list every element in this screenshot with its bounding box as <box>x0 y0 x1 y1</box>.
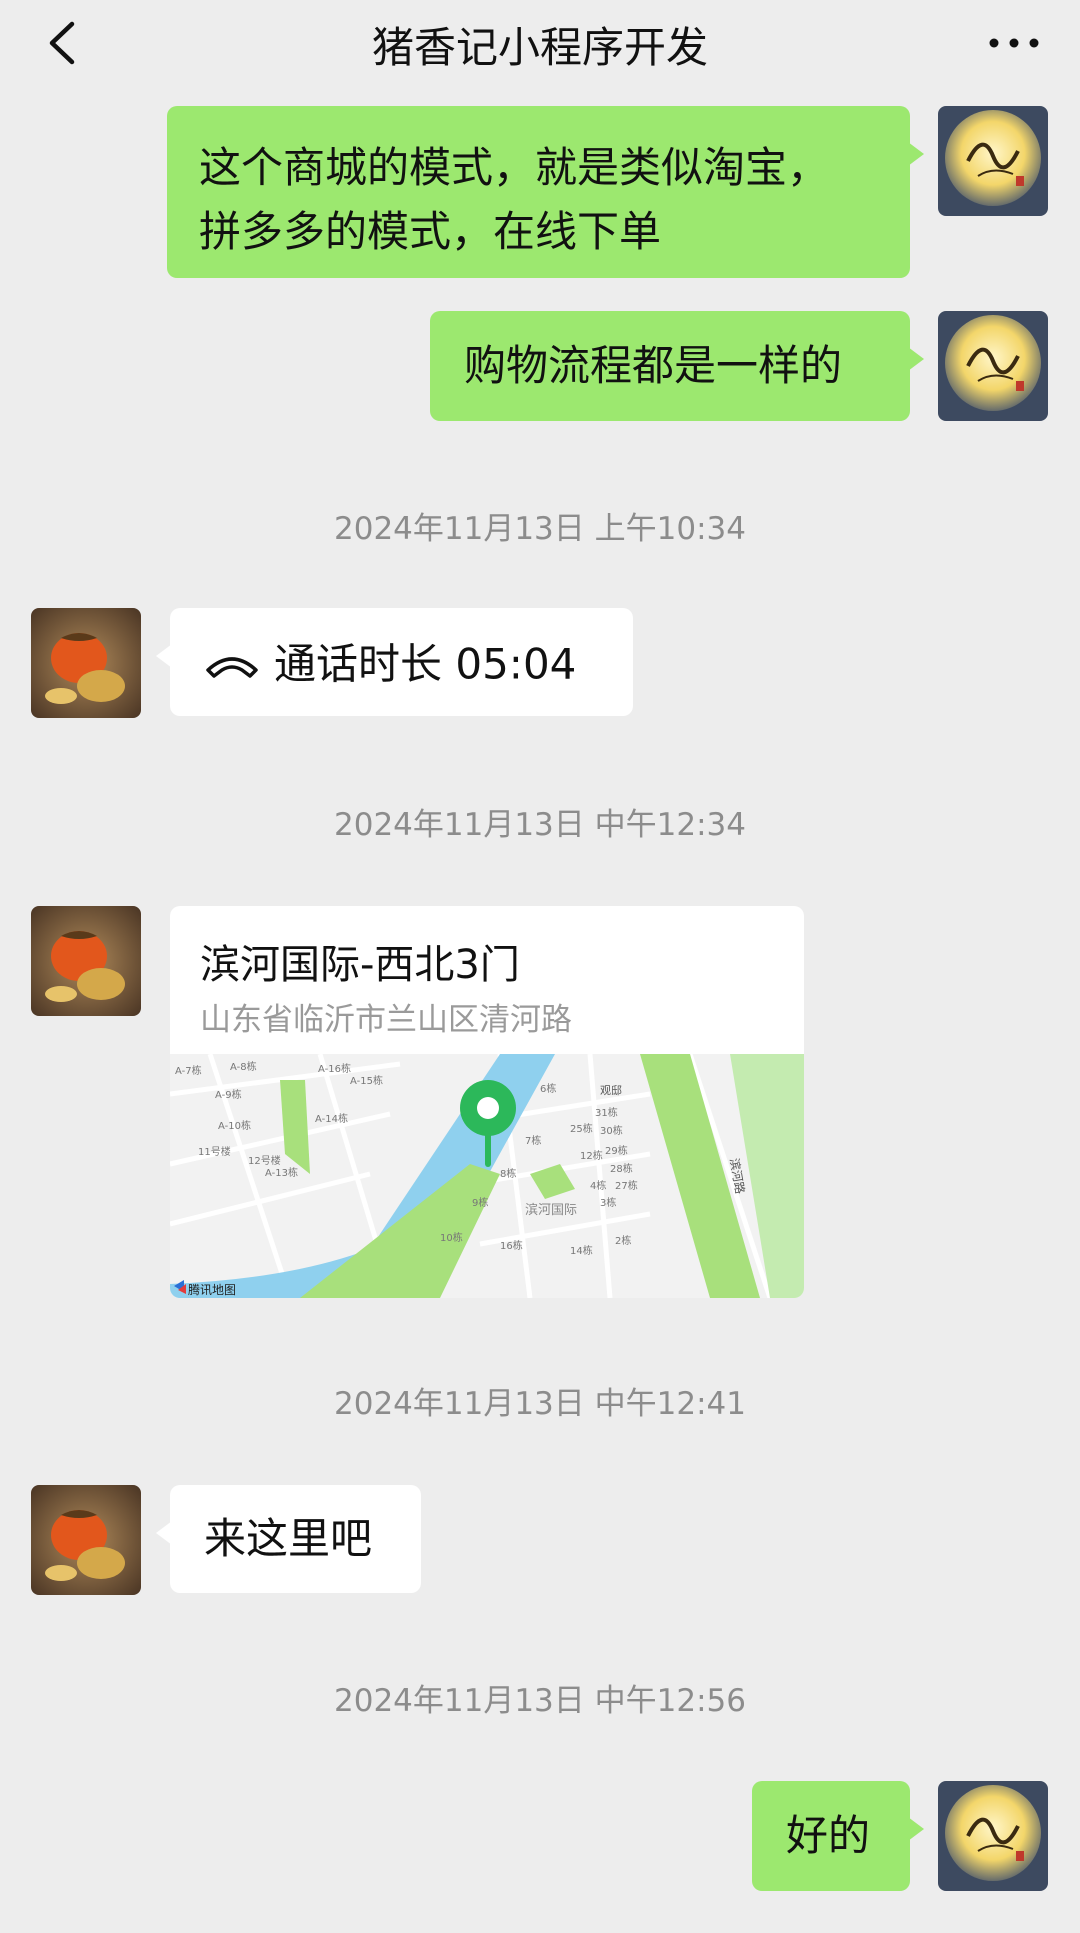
map-label: 16栋 <box>500 1239 523 1252</box>
map-label: A-13栋 <box>265 1166 298 1179</box>
location-name: 滨河国际-西北3门 <box>200 942 520 988</box>
location-card[interactable]: 滨河国际-西北3门 山东省临沂市兰山区清河路 A-7栋 A-8栋 A-16栋 A… <box>170 906 804 1298</box>
map-thumbnail: A-7栋 A-8栋 A-16栋 A-15栋 A-9栋 A-14栋 A-10栋 1… <box>170 1054 804 1298</box>
avatar-contact[interactable] <box>31 608 141 718</box>
map-label-poi: 观邸 <box>600 1084 622 1097</box>
message-bubble-contact[interactable]: 来这里吧 <box>156 1485 421 1593</box>
message-line: 拼多多的模式，在线下单 <box>199 207 662 256</box>
map-label: A-16栋 <box>318 1062 351 1075</box>
map-label: 25栋 <box>570 1122 593 1135</box>
map-label-complex: 滨河国际 <box>525 1202 577 1218</box>
message-text: 购物流程都是一样的 <box>464 341 843 390</box>
location-address: 山东省临沂市兰山区清河路 <box>200 1002 572 1038</box>
map-label: A-15栋 <box>350 1074 383 1087</box>
message-line: 这个商城的模式，就是类似淘宝， <box>199 143 830 192</box>
map-label: 30栋 <box>600 1124 623 1137</box>
map-label: 12号楼 <box>248 1154 281 1167</box>
message-timestamp: 2024年11月13日 上午10:34 <box>334 511 746 547</box>
message-text: 来这里吧 <box>204 1514 373 1563</box>
map-label: A-7栋 <box>175 1064 202 1077</box>
avatar-self[interactable] <box>938 311 1048 421</box>
more-dots-icon[interactable] <box>984 28 1044 58</box>
map-label: A-9栋 <box>215 1088 242 1101</box>
message-timestamp: 2024年11月13日 中午12:56 <box>334 1683 746 1719</box>
call-duration-text: 通话时长 05:04 <box>274 639 577 689</box>
message-timestamp: 2024年11月13日 中午12:34 <box>334 807 746 843</box>
map-label: 28栋 <box>610 1162 633 1175</box>
map-label: 11号楼 <box>198 1145 231 1158</box>
map-label: 27栋 <box>615 1179 638 1192</box>
map-label: 14栋 <box>570 1244 593 1257</box>
avatar-contact[interactable] <box>31 1485 141 1595</box>
chat-title: 猪香记小程序开发 <box>371 23 708 72</box>
map-label: A-14栋 <box>315 1112 348 1125</box>
message-bubble-self[interactable]: 好的 <box>752 1781 924 1891</box>
message-timestamp: 2024年11月13日 中午12:41 <box>334 1386 746 1422</box>
message-bubble-self[interactable]: 这个商城的模式，就是类似淘宝， 拼多多的模式，在线下单 <box>167 106 924 278</box>
avatar-self[interactable] <box>938 1781 1048 1891</box>
map-label: 7栋 <box>525 1134 541 1147</box>
map-label: 29栋 <box>605 1144 628 1157</box>
phone-hangup-icon <box>206 656 258 678</box>
avatar-self[interactable] <box>938 106 1048 216</box>
map-label: 31栋 <box>595 1106 618 1119</box>
map-label: 4栋 <box>590 1179 606 1192</box>
map-label: 6栋 <box>540 1082 556 1095</box>
call-record-bubble[interactable]: 通话时长 05:04 <box>156 608 633 716</box>
map-label: 2栋 <box>615 1234 631 1247</box>
avatar-contact[interactable] <box>31 906 141 1016</box>
map-label: 12栋 <box>580 1149 603 1162</box>
map-label: 8栋 <box>500 1167 516 1180</box>
map-label: A-8栋 <box>230 1060 257 1073</box>
map-label: 9栋 <box>472 1196 488 1209</box>
message-bubble-self[interactable]: 购物流程都是一样的 <box>430 311 924 421</box>
chat-header: 猪香记小程序开发 <box>0 0 1080 86</box>
map-label: 10栋 <box>440 1231 463 1244</box>
map-label: A-10栋 <box>218 1119 251 1132</box>
map-provider-text: 腾讯地图 <box>188 1282 236 1297</box>
message-text: 好的 <box>786 1811 871 1860</box>
map-label: 3栋 <box>600 1196 616 1209</box>
